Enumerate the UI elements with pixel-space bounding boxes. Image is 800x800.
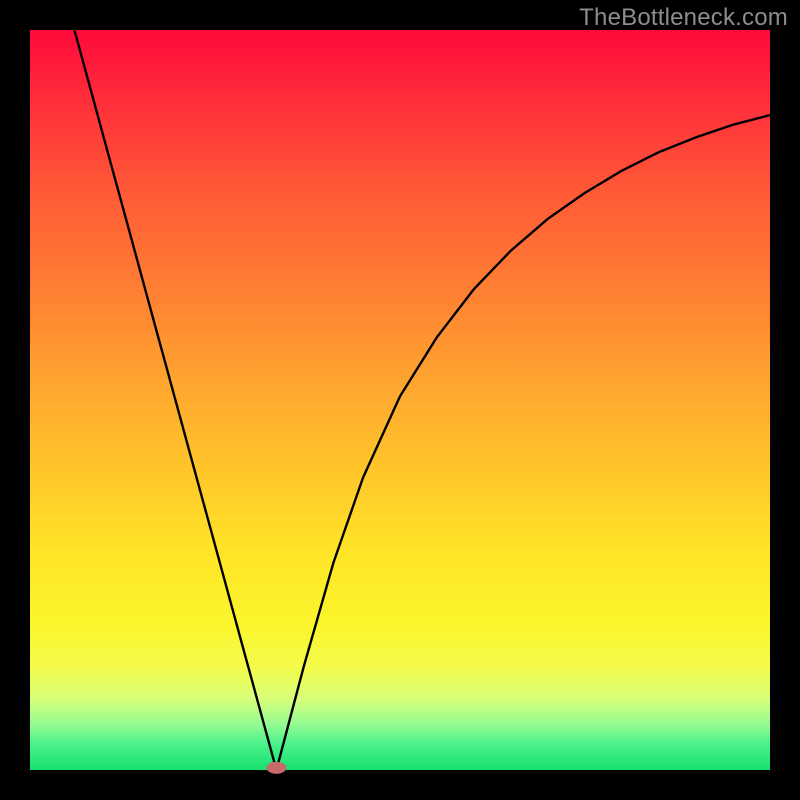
chart-frame: TheBottleneck.com — [0, 0, 800, 800]
bottleneck-chart — [0, 0, 800, 800]
plot-background — [30, 30, 770, 770]
watermark-text: TheBottleneck.com — [579, 4, 788, 32]
optimum-marker — [266, 762, 286, 774]
